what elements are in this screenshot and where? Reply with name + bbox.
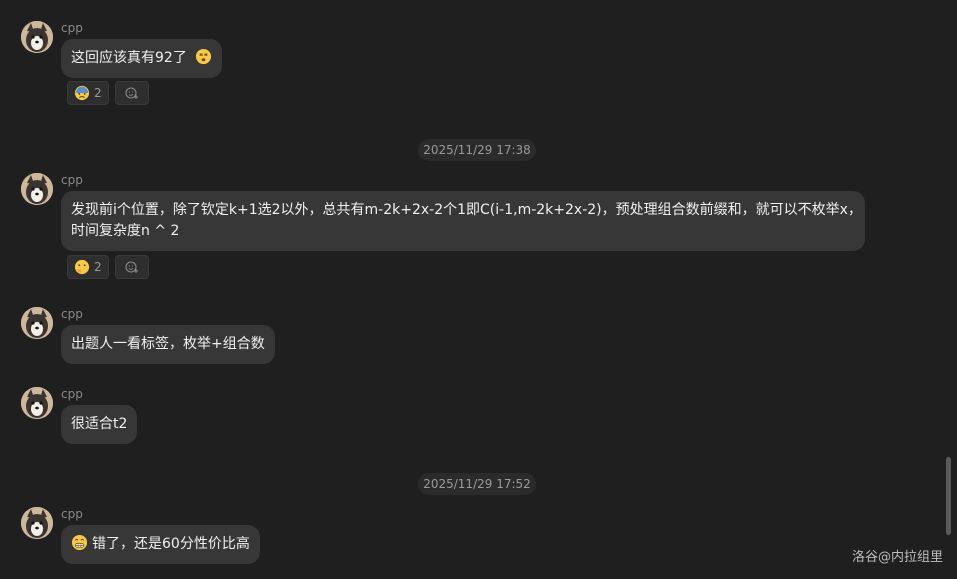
reaction-chip[interactable]: 2 (67, 255, 109, 279)
reaction-count: 2 (94, 260, 102, 274)
avatar[interactable] (21, 507, 53, 539)
message-bubble[interactable]: 这回应该真有92了 (61, 39, 223, 78)
avatar[interactable] (21, 173, 53, 205)
add-reaction-button[interactable] (114, 81, 149, 105)
message-bubble[interactable]: 发现前i个位置，除了钦定k+1选2以外，总共有m-2k+2x-2个1即C(i-1… (61, 191, 865, 251)
avatar[interactable] (21, 21, 53, 53)
chat-history: cpp 这回应该真有92了 2 2025/11/29 17:38 cpp 发现前… (0, 0, 957, 579)
message-bubble[interactable]: 很适合t2 (61, 405, 138, 444)
sender-name: cpp (61, 307, 83, 321)
message-text: 错了，还是60分性价比高 (92, 536, 250, 552)
message-text: 出题人一看标签，枚举+组合数 (71, 336, 265, 352)
avatar[interactable] (21, 387, 53, 419)
sender-name: cpp (61, 21, 83, 35)
dog-avatar-icon (21, 173, 53, 205)
sender-name: cpp (61, 387, 83, 401)
dog-avatar-icon (21, 307, 53, 339)
add-emoji-icon (125, 87, 138, 99)
dog-avatar-icon (21, 21, 53, 53)
sender-name: cpp (61, 173, 83, 187)
anxious-face-emoji-icon (74, 85, 90, 101)
sender-name: cpp (61, 507, 83, 521)
dog-avatar-icon (21, 387, 53, 419)
message-text: 这回应该真有92了 (71, 50, 187, 66)
dog-avatar-icon (21, 507, 53, 539)
reaction-count: 2 (94, 86, 102, 100)
scrollbar-thumb[interactable] (946, 457, 951, 535)
timestamp-divider: 2025/11/29 17:38 (418, 139, 536, 161)
reactions-1: 2 (67, 81, 149, 105)
add-reaction-button[interactable] (114, 255, 149, 279)
message-text: 很适合t2 (71, 416, 128, 432)
message-bubble[interactable]: 出题人一看标签，枚举+组合数 (61, 325, 275, 364)
message-bubble[interactable]: 错了，还是60分性价比高 (61, 525, 260, 564)
message-text-line-1: 发现前i个位置，除了钦定k+1选2以外，总共有m-2k+2x-2个1即C(i-1… (71, 202, 862, 218)
watermark: 洛谷@内拉组里 (851, 550, 943, 565)
reaction-chip[interactable]: 2 (67, 81, 109, 105)
grimacing-face-emoji-icon (71, 534, 88, 551)
thinking-hand-emoji-icon (74, 259, 90, 275)
dizzy-face-emoji-icon (196, 48, 212, 65)
message-text-line-2: 时间复杂度n ^ 2 (71, 223, 180, 239)
reactions-2: 2 (67, 255, 149, 279)
timestamp-divider: 2025/11/29 17:52 (418, 473, 536, 495)
avatar[interactable] (21, 307, 53, 339)
add-emoji-icon (125, 261, 138, 273)
